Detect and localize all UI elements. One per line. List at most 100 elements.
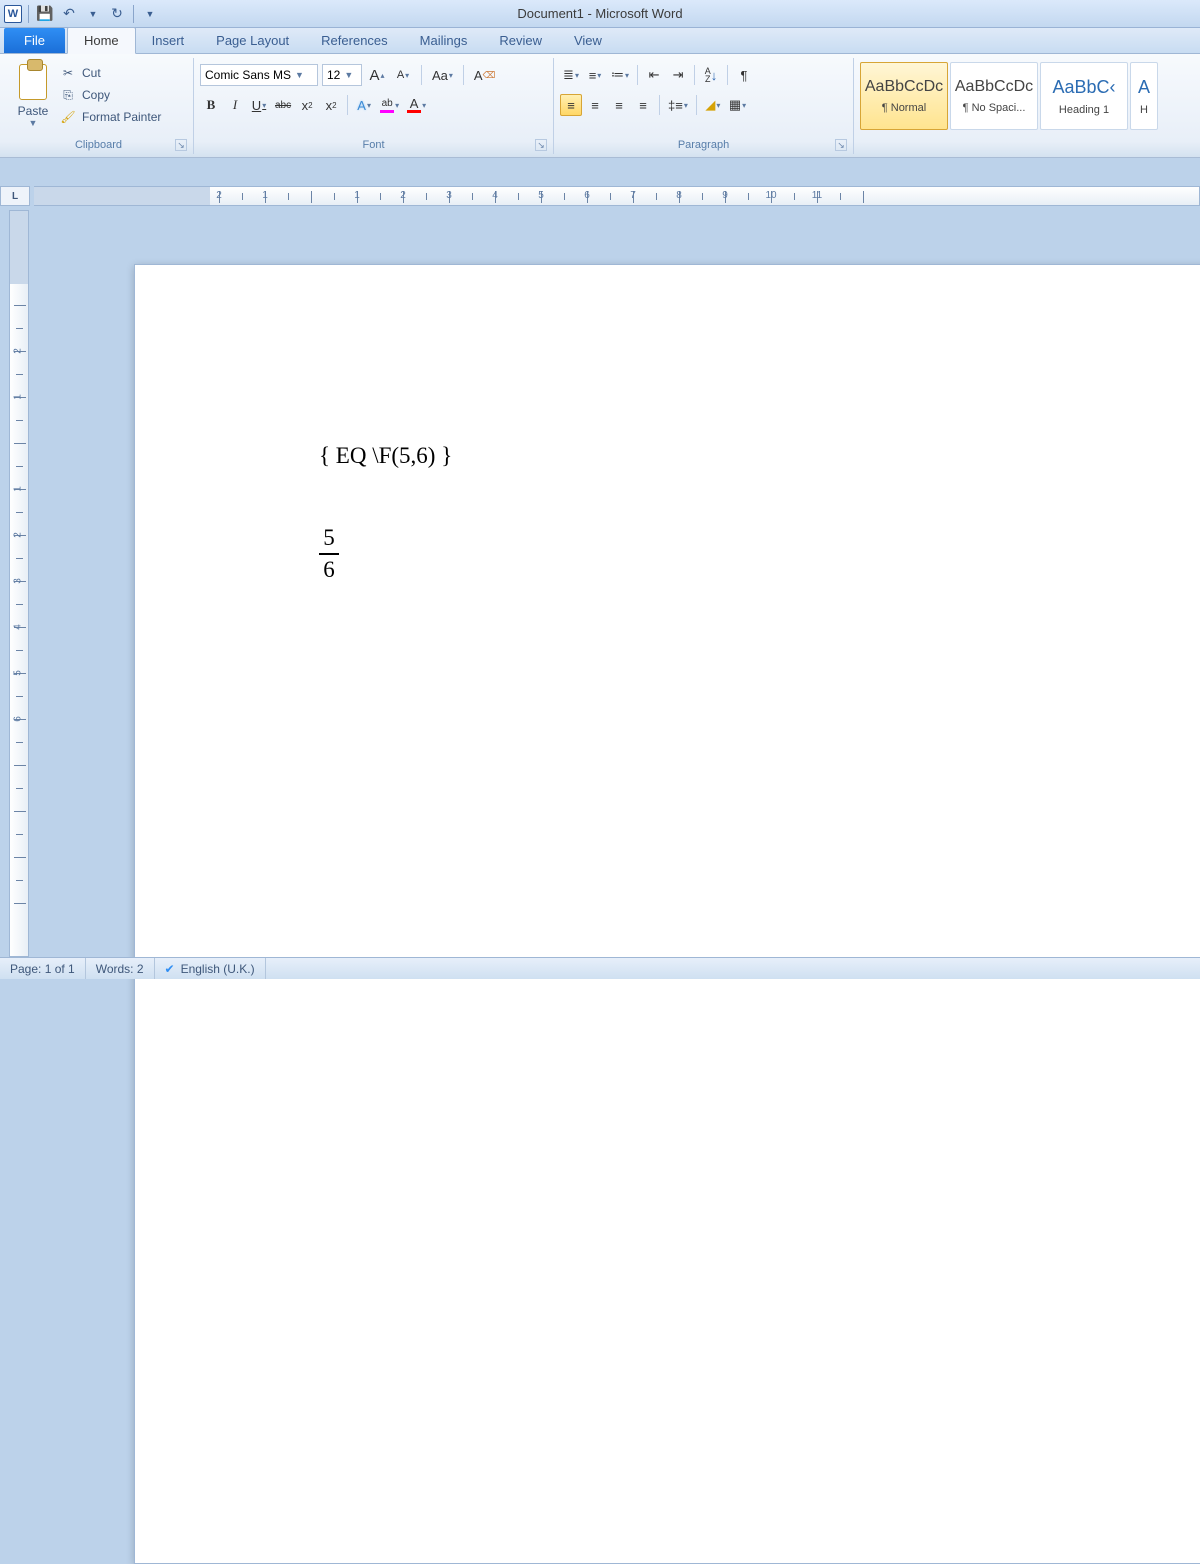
font-name-combo[interactable]: Comic Sans MS ▼ bbox=[200, 64, 318, 86]
tab-home[interactable]: Home bbox=[67, 27, 136, 54]
scissors-icon: ✂ bbox=[60, 65, 76, 81]
group-styles: AaBbCcDc ¶ Normal AaBbCcDc ¶ No Spaci...… bbox=[854, 58, 1164, 154]
numbering-icon: ≡ bbox=[589, 68, 597, 83]
sort-button[interactable]: AZ↓ bbox=[700, 64, 722, 86]
bullets-button[interactable]: ≣▾ bbox=[560, 64, 582, 86]
align-left-button[interactable]: ≡ bbox=[560, 94, 582, 116]
borders-icon: ▦ bbox=[729, 97, 741, 113]
multilevel-list-button[interactable]: ≔▾ bbox=[608, 64, 632, 86]
style-sample: AaBbC‹ bbox=[1052, 77, 1115, 98]
style-label: H bbox=[1140, 104, 1148, 116]
proofing-icon: ✔ bbox=[165, 962, 175, 976]
vertical-ruler[interactable]: 21123456 bbox=[9, 210, 29, 957]
paste-label: Paste bbox=[18, 104, 49, 118]
shrink-font-button[interactable]: A▾ bbox=[392, 64, 414, 86]
save-button[interactable]: 💾 bbox=[35, 4, 55, 24]
numbering-button[interactable]: ≡▾ bbox=[584, 64, 606, 86]
text-effects-button[interactable]: A▾ bbox=[353, 94, 375, 116]
style-more[interactable]: A H bbox=[1130, 62, 1158, 130]
copy-icon: ⎘ bbox=[60, 87, 76, 103]
clipboard-launcher[interactable]: ↘ bbox=[175, 139, 187, 151]
highlight-button[interactable]: ab▾ bbox=[377, 94, 402, 116]
superscript-button[interactable]: x2 bbox=[320, 94, 342, 116]
paste-button[interactable]: Paste ▼ bbox=[10, 58, 56, 130]
group-label: Font ↘ bbox=[200, 138, 547, 152]
style-no-spacing[interactable]: AaBbCcDc ¶ No Spaci... bbox=[950, 62, 1038, 130]
separator bbox=[463, 65, 464, 85]
align-right-icon: ≡ bbox=[615, 98, 623, 113]
font-color-button[interactable]: A▾ bbox=[404, 94, 429, 116]
strikethrough-button[interactable]: abc bbox=[272, 94, 294, 116]
font-launcher[interactable]: ↘ bbox=[535, 139, 547, 151]
clear-formatting-button[interactable]: A⌫ bbox=[471, 64, 498, 86]
ruler-margin-shade bbox=[34, 187, 210, 205]
line-spacing-button[interactable]: ‡≡▾ bbox=[665, 94, 691, 116]
multilevel-icon: ≔ bbox=[611, 67, 624, 83]
separator bbox=[133, 5, 134, 23]
font-size-combo[interactable]: 12 ▼ bbox=[322, 64, 362, 86]
tab-file[interactable]: File bbox=[4, 28, 65, 53]
status-language-label: English (U.K.) bbox=[181, 962, 255, 976]
bucket-icon: ◢ bbox=[705, 97, 715, 113]
fraction-bar bbox=[319, 553, 339, 555]
tab-references[interactable]: References bbox=[305, 28, 403, 53]
increase-indent-button[interactable]: ⇥ bbox=[667, 64, 689, 86]
tab-page-layout[interactable]: Page Layout bbox=[200, 28, 305, 53]
align-right-button[interactable]: ≡ bbox=[608, 94, 630, 116]
line-spacing-icon: ‡≡ bbox=[668, 98, 683, 113]
shading-button[interactable]: ◢▾ bbox=[702, 94, 724, 116]
style-sample: AaBbCcDc bbox=[865, 78, 943, 96]
undo-dropdown[interactable]: ▼ bbox=[83, 4, 103, 24]
cut-button[interactable]: ✂ Cut bbox=[56, 62, 161, 84]
bold-button[interactable]: B bbox=[200, 94, 222, 116]
align-center-button[interactable]: ≡ bbox=[584, 94, 606, 116]
status-language[interactable]: ✔ English (U.K.) bbox=[155, 958, 266, 979]
window-title: Document1 - Microsoft Word bbox=[0, 6, 1200, 21]
copy-button[interactable]: ⎘ Copy bbox=[56, 84, 161, 106]
fraction-result[interactable]: 5 6 bbox=[319, 525, 339, 583]
tab-selector[interactable]: L bbox=[0, 186, 30, 206]
separator bbox=[421, 65, 422, 85]
subscript-button[interactable]: x2 bbox=[296, 94, 318, 116]
document-page[interactable]: { EQ \F(5,6) } 5 6 bbox=[134, 264, 1200, 1564]
paragraph-launcher[interactable]: ↘ bbox=[835, 139, 847, 151]
group-label: Clipboard ↘ bbox=[10, 138, 187, 152]
separator bbox=[28, 5, 29, 23]
document-area: L 211234567891011 21123456 { EQ \F(5,6) … bbox=[0, 186, 1200, 957]
separator bbox=[727, 65, 728, 85]
separator bbox=[637, 65, 638, 85]
fraction-denominator: 6 bbox=[319, 557, 339, 583]
show-marks-button[interactable]: ¶ bbox=[733, 64, 755, 86]
horizontal-ruler[interactable]: 211234567891011 bbox=[34, 186, 1200, 206]
italic-button[interactable]: I bbox=[224, 94, 246, 116]
status-page[interactable]: Page: 1 of 1 bbox=[0, 958, 86, 979]
tab-mailings[interactable]: Mailings bbox=[404, 28, 484, 53]
group-label: Paragraph ↘ bbox=[560, 138, 847, 152]
tab-review[interactable]: Review bbox=[483, 28, 558, 53]
decrease-indent-button[interactable]: ⇤ bbox=[643, 64, 665, 86]
paste-icon bbox=[19, 64, 47, 100]
status-words[interactable]: Words: 2 bbox=[86, 958, 155, 979]
style-sample: AaBbCcDc bbox=[955, 78, 1033, 96]
align-center-icon: ≡ bbox=[591, 98, 599, 113]
ruler-margin-shade bbox=[10, 211, 28, 284]
align-left-icon: ≡ bbox=[567, 98, 575, 113]
copy-label: Copy bbox=[82, 88, 110, 102]
justify-button[interactable]: ≡ bbox=[632, 94, 654, 116]
underline-button[interactable]: U▾ bbox=[248, 94, 270, 116]
bullets-icon: ≣ bbox=[563, 67, 574, 83]
style-heading-1[interactable]: AaBbC‹ Heading 1 bbox=[1040, 62, 1128, 130]
borders-button[interactable]: ▦▾ bbox=[726, 94, 749, 116]
change-case-button[interactable]: Aa▾ bbox=[429, 64, 456, 86]
qat-customize[interactable]: ▼ bbox=[140, 4, 160, 24]
format-painter-button[interactable]: 🖌 Format Painter bbox=[56, 106, 161, 128]
undo-button[interactable]: ↶ bbox=[59, 4, 79, 24]
group-font: Comic Sans MS ▼ 12 ▼ A▴ A▾ Aa▾ A⌫ B I bbox=[194, 58, 554, 154]
redo-button[interactable]: ↻ bbox=[107, 4, 127, 24]
tab-insert[interactable]: Insert bbox=[136, 28, 201, 53]
tab-view[interactable]: View bbox=[558, 28, 618, 53]
grow-font-button[interactable]: A▴ bbox=[366, 64, 388, 86]
field-code-text[interactable]: { EQ \F(5,6) } bbox=[319, 443, 1200, 469]
word-app-icon[interactable]: W bbox=[4, 5, 22, 23]
style-normal[interactable]: AaBbCcDc ¶ Normal bbox=[860, 62, 948, 130]
